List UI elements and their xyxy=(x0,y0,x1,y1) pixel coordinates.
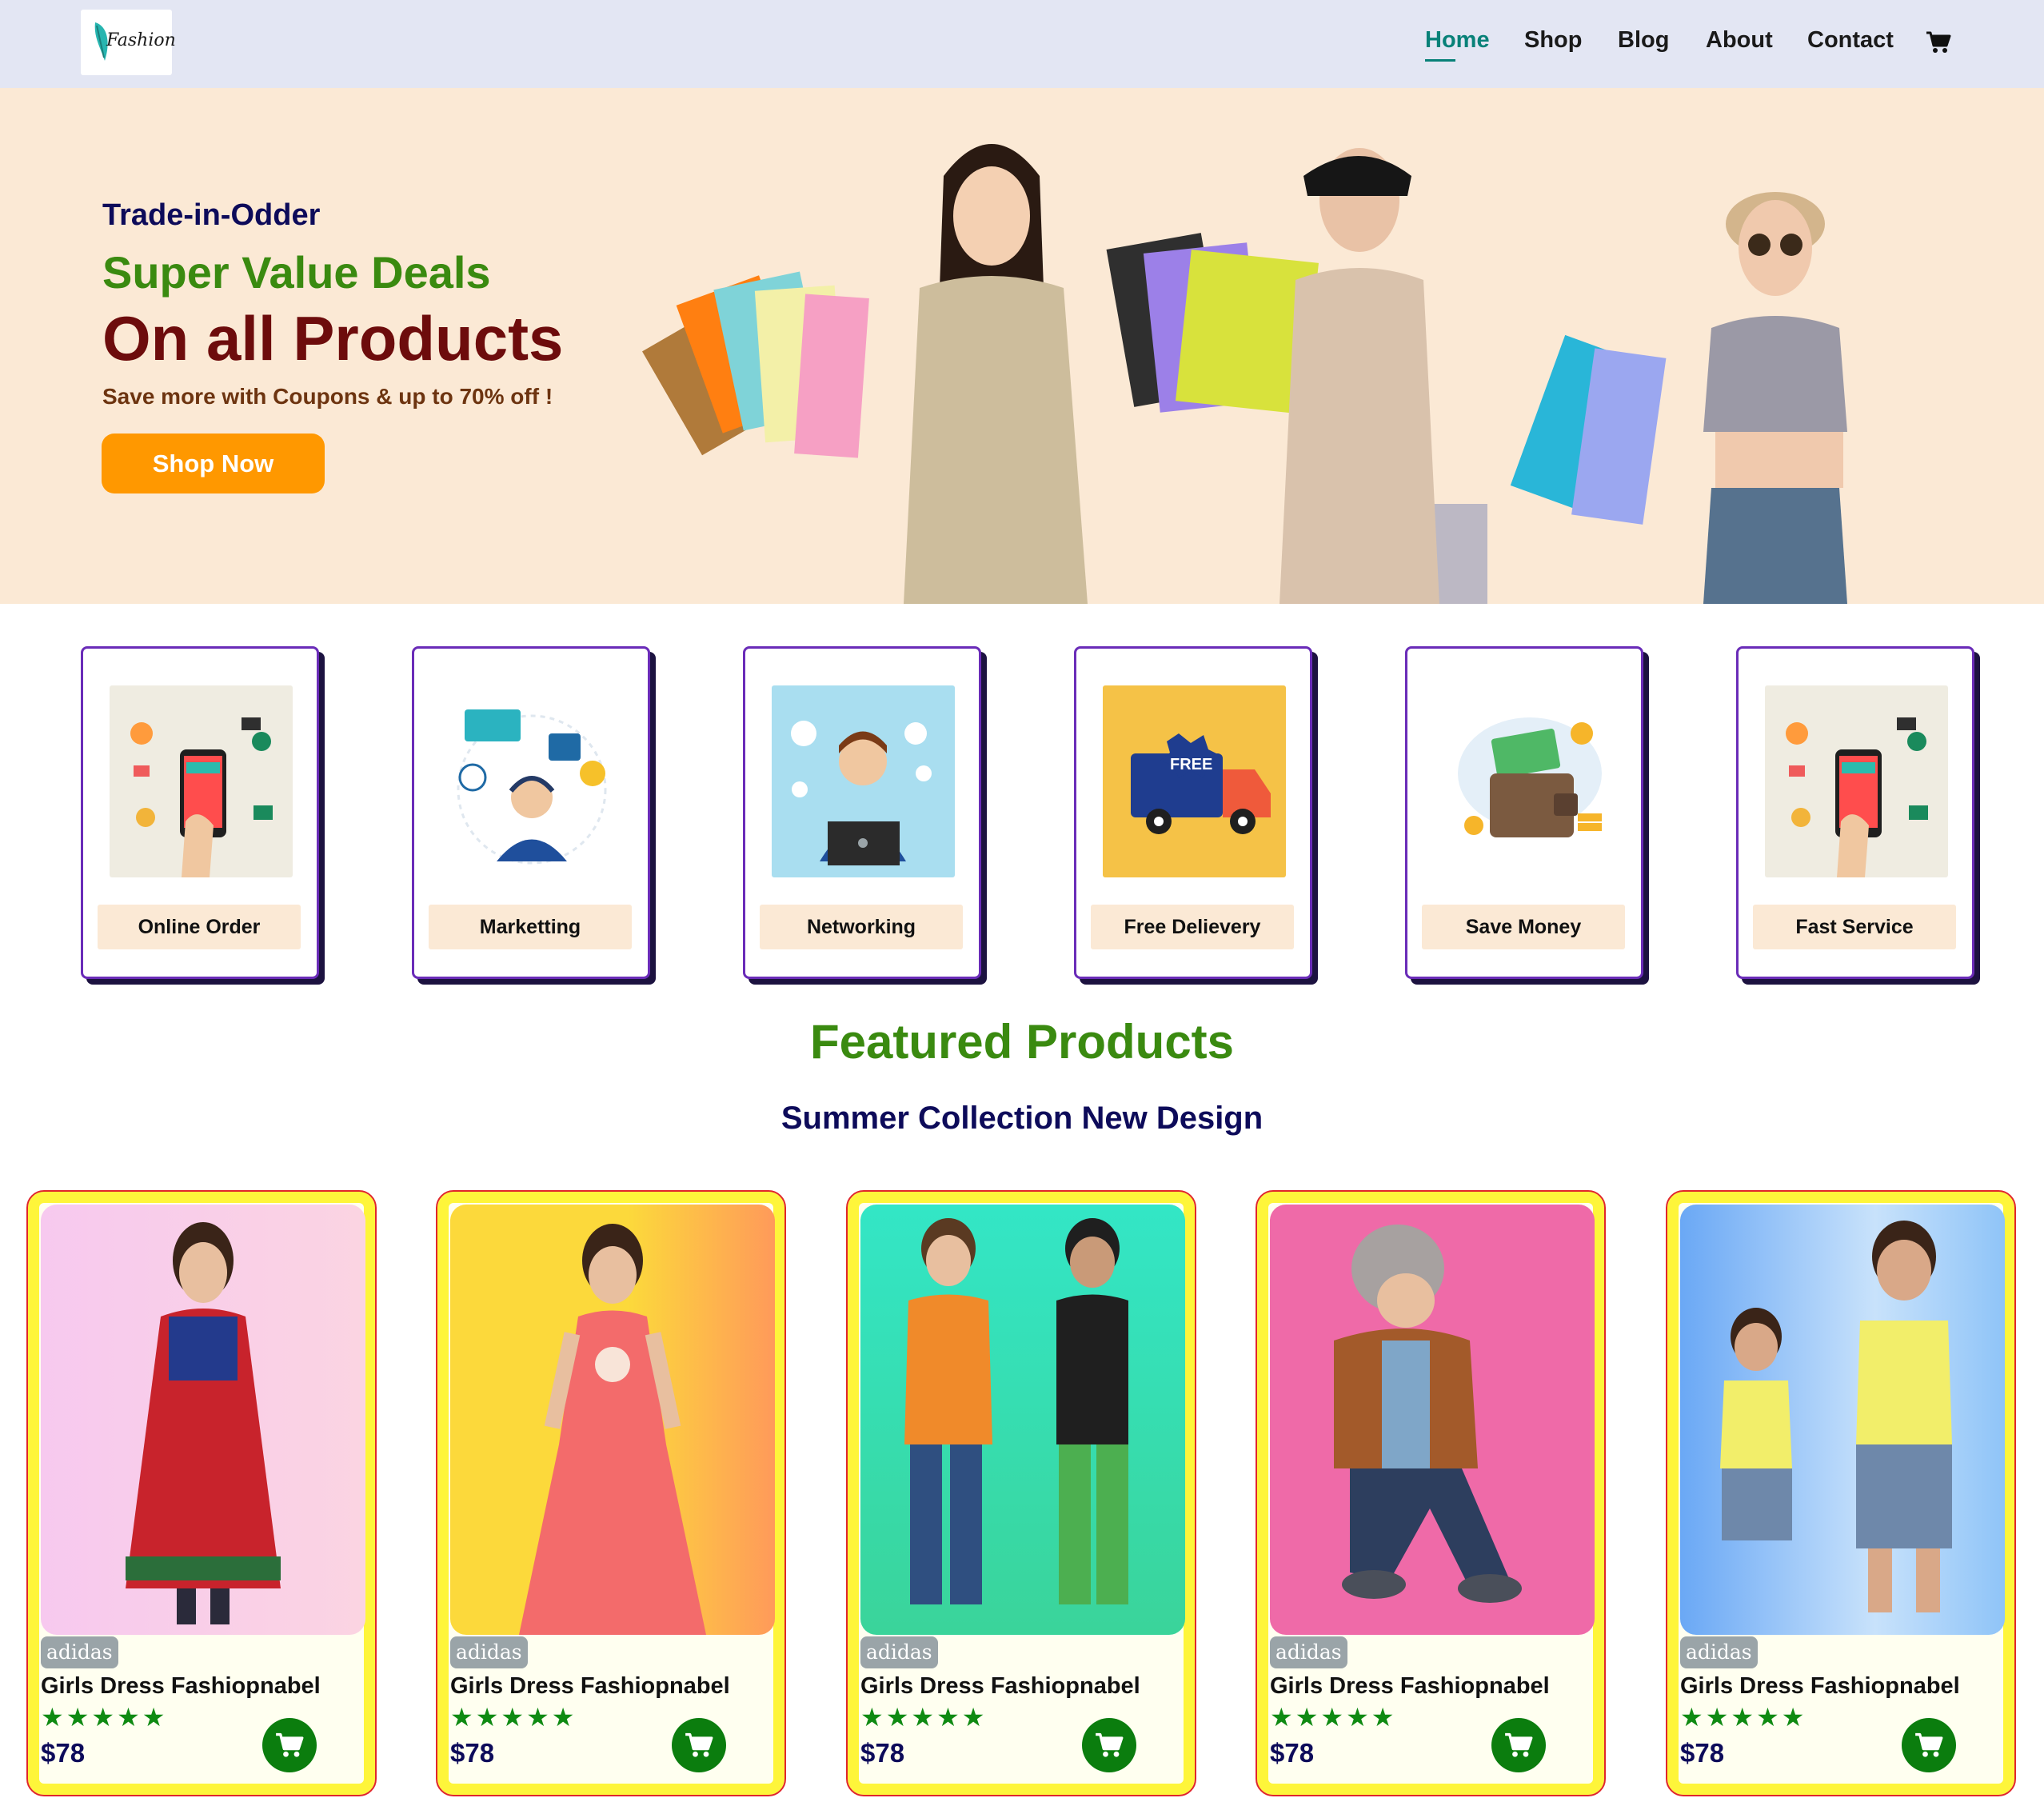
product-price: $78 xyxy=(1270,1738,1315,1768)
cart-icon xyxy=(1096,1732,1124,1757)
nav-contact[interactable]: Contact xyxy=(1807,27,1894,54)
hero-kicker: Trade-in-Odder xyxy=(102,198,321,232)
shop-now-button[interactable]: Shop Now xyxy=(102,434,325,493)
nav-blog[interactable]: Blog xyxy=(1618,27,1669,54)
featured-products-title: Featured Products xyxy=(809,1015,1235,1069)
product-image[interactable] xyxy=(860,1205,1185,1635)
add-to-cart-button[interactable] xyxy=(672,1718,726,1772)
add-to-cart-button[interactable] xyxy=(1902,1718,1956,1772)
nav-home[interactable]: Home xyxy=(1425,27,1490,54)
product-image[interactable] xyxy=(1680,1205,2005,1635)
product-card[interactable]: adidas Girls Dress Fashiopnabel ★★★★★ $7… xyxy=(1666,1190,2016,1796)
feature-label: Fast Service xyxy=(1753,905,1956,949)
featured-products-subtitle: Summer Collection New Design xyxy=(780,1101,1264,1136)
product-brand-badge: adidas xyxy=(1680,1636,1758,1668)
feature-label: Networking xyxy=(760,905,963,949)
product-brand-badge: adidas xyxy=(41,1636,118,1668)
feature-label: Save Money xyxy=(1422,905,1625,949)
product-card[interactable]: adidas Girls Dress Fashiopnabel ★★★★★ $7… xyxy=(436,1190,786,1796)
hero-banner: Trade-in-Odder Super Value Deals On all … xyxy=(0,88,2044,604)
mobile-shopping-icon xyxy=(1765,685,1948,877)
feature-card-free-delievery[interactable]: FREE Free Delievery xyxy=(1074,646,1312,979)
product-image[interactable] xyxy=(450,1205,775,1635)
feature-card-online-order[interactable]: Online Order xyxy=(81,646,319,979)
logo-text: Fashion xyxy=(106,30,176,50)
rating-stars-icon: ★★★★★ xyxy=(1680,1703,1807,1732)
shopping-cart-icon[interactable] xyxy=(1926,30,1951,54)
hero-title: On all Products xyxy=(102,303,564,374)
product-image[interactable] xyxy=(41,1205,365,1635)
svg-text:FREE: FREE xyxy=(1170,756,1212,773)
features-section: Online Order Marketting Networking FREE … xyxy=(0,646,2044,982)
add-to-cart-button[interactable] xyxy=(1491,1718,1546,1772)
feature-card-networking[interactable]: Networking xyxy=(743,646,981,979)
feature-label: Free Delievery xyxy=(1091,905,1294,949)
site-logo[interactable]: Fashion xyxy=(81,10,176,75)
product-card[interactable]: adidas Girls Dress Fashiopnabel ★★★★★ $7… xyxy=(846,1190,1196,1796)
customer-support-icon xyxy=(441,685,624,877)
product-name[interactable]: Girls Dress Fashiopnabel xyxy=(860,1673,1140,1700)
hero-subtitle: Save more with Coupons & up to 70% off ! xyxy=(102,384,553,409)
nav-about[interactable]: About xyxy=(1706,27,1773,54)
rating-stars-icon: ★★★★★ xyxy=(450,1703,577,1732)
product-price: $78 xyxy=(41,1738,86,1768)
rating-stars-icon: ★★★★★ xyxy=(1270,1703,1397,1732)
cart-icon xyxy=(1915,1732,1943,1757)
feature-card-marketting[interactable]: Marketting xyxy=(412,646,650,979)
cart-icon xyxy=(276,1732,304,1757)
product-name[interactable]: Girls Dress Fashiopnabel xyxy=(1270,1673,1550,1700)
hero-shoppers-image xyxy=(642,144,1847,604)
support-agent-laptop-icon xyxy=(772,685,955,877)
product-price: $78 xyxy=(860,1738,905,1768)
cart-icon xyxy=(685,1732,713,1757)
feature-card-fast-service[interactable]: Fast Service xyxy=(1736,646,1974,979)
product-brand-badge: adidas xyxy=(860,1636,938,1668)
free-delivery-truck-icon: FREE xyxy=(1103,685,1286,877)
nav-active-underline xyxy=(1425,59,1455,62)
hero-headline: Super Value Deals xyxy=(102,247,491,298)
product-image[interactable] xyxy=(1270,1205,1595,1635)
feature-label: Online Order xyxy=(98,905,301,949)
feature-label: Marketting xyxy=(429,905,632,949)
product-card[interactable]: adidas Girls Dress Fashiopnabel ★★★★★ $7… xyxy=(1256,1190,1606,1796)
product-price: $78 xyxy=(1680,1738,1725,1768)
product-brand-badge: adidas xyxy=(450,1636,528,1668)
product-brand-badge: adidas xyxy=(1270,1636,1347,1668)
rating-stars-icon: ★★★★★ xyxy=(41,1703,168,1732)
product-price: $78 xyxy=(450,1738,495,1768)
add-to-cart-button[interactable] xyxy=(262,1718,317,1772)
product-name[interactable]: Girls Dress Fashiopnabel xyxy=(1680,1673,1960,1700)
mobile-shopping-icon xyxy=(110,685,293,877)
rating-stars-icon: ★★★★★ xyxy=(860,1703,988,1732)
feature-card-save-money[interactable]: Save Money xyxy=(1405,646,1643,979)
product-card[interactable]: adidas Girls Dress Fashiopnabel ★★★★★ $7… xyxy=(26,1190,377,1796)
product-name[interactable]: Girls Dress Fashiopnabel xyxy=(450,1673,730,1700)
product-name[interactable]: Girls Dress Fashiopnabel xyxy=(41,1673,321,1700)
site-header: Fashion Home Shop Blog About Contact xyxy=(0,0,2044,88)
cart-icon xyxy=(1505,1732,1533,1757)
add-to-cart-button[interactable] xyxy=(1082,1718,1136,1772)
nav-shop[interactable]: Shop xyxy=(1524,27,1583,54)
wallet-money-icon xyxy=(1434,685,1617,877)
